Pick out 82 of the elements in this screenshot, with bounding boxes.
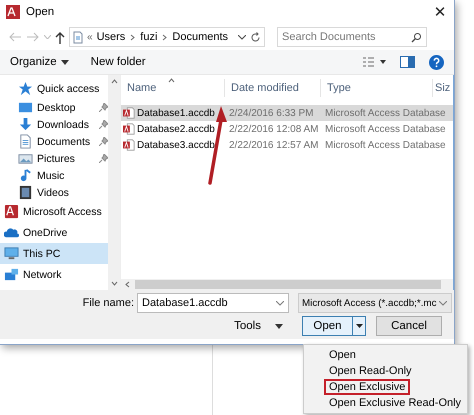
- access-icon: [6, 5, 20, 19]
- file-row[interactable]: Database3.accdb 2/22/2016 12:57 AM Microsoft Access Database: [121, 137, 453, 153]
- dropdown-icon[interactable]: [60, 60, 69, 64]
- desktop-icon: [18, 100, 33, 115]
- download-icon: [18, 117, 33, 132]
- organize-button[interactable]: Organize: [10, 56, 69, 68]
- dropdown-icon[interactable]: [275, 324, 283, 328]
- film-icon: [18, 185, 33, 200]
- scroll-left-icon[interactable]: [124, 281, 131, 288]
- tools-button[interactable]: Tools: [228, 319, 289, 333]
- access-icon: [4, 204, 19, 219]
- type-cell-text: Microsoft Access Database: [324, 124, 447, 134]
- pin-icon[interactable]: [99, 154, 108, 163]
- file-name: Database3.accdb: [137, 140, 215, 150]
- menu-item[interactable]: Open Read-Only: [304, 363, 467, 379]
- date-cell-text: 2/22/2016 12:08 AM: [228, 124, 320, 134]
- dropdown-icon: [439, 300, 448, 306]
- pin-icon[interactable]: [99, 137, 108, 146]
- breadcrumb[interactable]: fuzi: [140, 31, 158, 43]
- access-file-icon: [123, 123, 135, 135]
- search-icon[interactable]: [411, 32, 422, 43]
- sidebar-item[interactable]: Desktop: [0, 99, 108, 116]
- close-button[interactable]: ✕: [426, 0, 454, 24]
- file-row[interactable]: Database2.accdb 2/22/2016 12:08 AM Microsoft Access Database: [121, 121, 453, 137]
- up-icon[interactable]: [55, 30, 65, 44]
- access-file-icon: [123, 139, 135, 151]
- chevron-icon: [129, 34, 136, 40]
- sidebar-item[interactable]: Network: [0, 264, 108, 285]
- search-field[interactable]: Search Documents: [277, 27, 427, 47]
- sidebar-item[interactable]: Documents: [0, 133, 108, 150]
- sidebar-item[interactable]: This PC: [0, 243, 108, 264]
- sidebar-item[interactable]: Pictures: [0, 150, 108, 167]
- refresh-icon[interactable]: [250, 32, 261, 42]
- column-header[interactable]: Type: [321, 79, 433, 97]
- sort-caret-icon: [168, 77, 175, 84]
- preview-pane-icon[interactable]: [400, 56, 415, 68]
- column-header[interactable]: Name: [121, 79, 225, 97]
- caret-icon: [356, 324, 362, 328]
- overflow-icon[interactable]: «: [87, 32, 93, 42]
- breadcrumb[interactable]: Users: [96, 31, 126, 43]
- address-bar[interactable]: « Users fuzi Documents: [69, 27, 265, 47]
- file-name: Database1.accdb: [137, 108, 215, 118]
- breadcrumb[interactable]: Documents: [172, 31, 228, 43]
- cancel-button[interactable]: Cancel: [376, 316, 442, 336]
- menu-item[interactable]: Open: [304, 347, 467, 363]
- chevron-icon: [161, 34, 168, 40]
- date-cell-text: 2/24/2016 6:33 PM: [228, 108, 315, 118]
- scroll-up-icon[interactable]: [110, 78, 118, 85]
- file-type-dropdown[interactable]: Microsoft Access (*.accdb;*.mc: [298, 293, 452, 313]
- field-label: File name:: [82, 297, 134, 309]
- access-file-icon: [123, 107, 135, 119]
- dropdown-icon[interactable]: [238, 34, 246, 40]
- date-cell-text: 2/22/2016 12:57 AM: [228, 140, 320, 150]
- window-title: Open: [26, 6, 56, 18]
- scrollbar[interactable]: [108, 75, 120, 290]
- column-header[interactable]: Date modified: [225, 79, 321, 97]
- type-cell-text: Microsoft Access Database: [324, 108, 447, 118]
- network-icon: [4, 267, 19, 282]
- sidebar-item[interactable]: Downloads: [0, 116, 108, 133]
- file-name-field[interactable]: Database1.accdb: [137, 293, 289, 313]
- file-row[interactable]: Database1.accdb 2/24/2016 6:33 PM Microsoft Access Database: [121, 105, 453, 121]
- file-name: Database2.accdb: [137, 124, 215, 134]
- music-note-icon: [18, 168, 33, 183]
- sidebar-item[interactable]: Microsoft Access: [0, 201, 108, 222]
- horizontal-scrollbar[interactable]: [121, 279, 453, 290]
- scroll-down-icon[interactable]: [110, 280, 118, 287]
- type-cell-text: Microsoft Access Database: [324, 140, 447, 150]
- pin-icon[interactable]: [99, 103, 108, 112]
- document-icon: [18, 134, 33, 149]
- pin-icon[interactable]: [99, 120, 108, 129]
- document-icon: [73, 30, 83, 44]
- column-header[interactable]: Siz: [433, 79, 453, 97]
- sidebar-item[interactable]: Videos: [0, 184, 108, 201]
- sidebar-item[interactable]: OneDrive: [0, 222, 108, 243]
- view-list-icon[interactable]: [362, 56, 386, 68]
- menu-item[interactable]: Open Exclusive Read-Only: [304, 395, 467, 411]
- help-icon[interactable]: [429, 54, 444, 70]
- computer-icon: [4, 246, 19, 261]
- sidebar-item[interactable]: Music: [0, 167, 108, 184]
- new-folder-button[interactable]: New folder: [90, 56, 146, 68]
- sidebar-item[interactable]: Quick access: [0, 78, 108, 99]
- star-icon: [18, 81, 33, 96]
